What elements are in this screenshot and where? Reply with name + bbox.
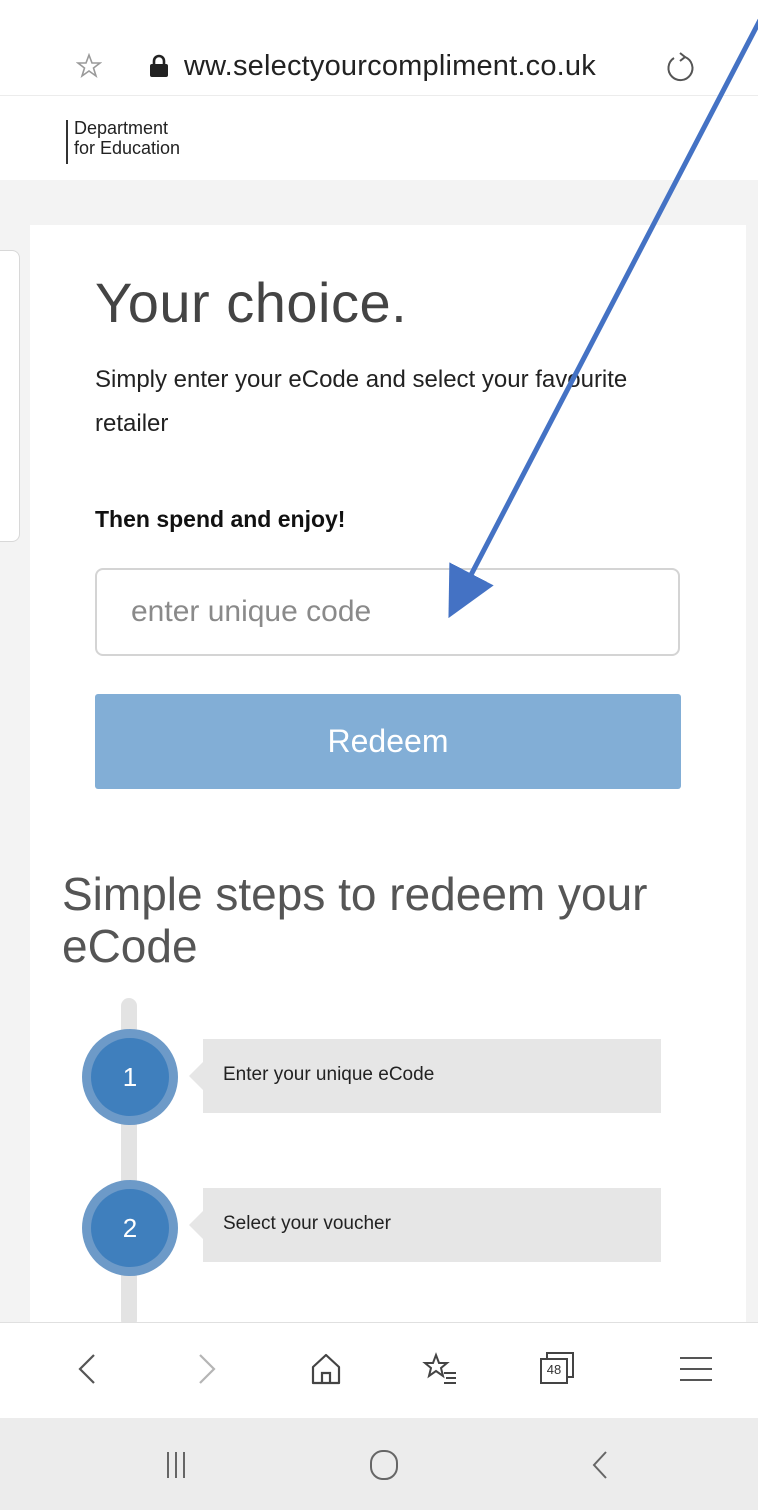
step-2-number: 2 [91,1189,169,1267]
step-1-label: Enter your unique eCode [223,1064,435,1085]
step-2-box: Select your voucher [189,1188,661,1262]
hero-subheading: Then spend and enjoy! [95,506,346,532]
forward-icon[interactable] [186,1347,226,1391]
browser-url-bar[interactable]: ww.selectyourcompliment.co.uk [0,0,758,96]
star-outline-icon[interactable] [76,53,102,79]
step-1-box: Enter your unique eCode [189,1039,661,1113]
redeem-button[interactable]: Redeem [95,694,681,789]
back-chevron-icon[interactable] [582,1448,622,1482]
step-1-number: 1 [91,1038,169,1116]
site-header: Department for Education [0,96,758,180]
back-icon[interactable] [68,1347,108,1391]
browser-toolbar: 48 [0,1322,758,1418]
logo-divider [66,120,68,164]
logo-line-1: Department [74,118,169,138]
side-tab[interactable] [0,250,20,542]
hero-description: Simply enter your eCode and select your … [95,366,628,437]
steps-title: Simple steps to redeem your eCode [62,868,648,972]
bookmarks-icon[interactable] [420,1347,460,1391]
page-title: Your choice. [95,271,408,334]
home-icon[interactable] [306,1347,346,1391]
recents-icon[interactable] [156,1448,196,1482]
tabs-icon[interactable]: 48 [537,1347,577,1391]
url-text[interactable]: ww.selectyourcompliment.co.uk [184,50,596,83]
logo-line-2: for Education [74,138,181,158]
dfe-logo[interactable]: Department for Education [74,118,180,158]
step-2-badge: 2 [82,1180,178,1276]
android-nav-bar [0,1418,758,1510]
code-input[interactable] [95,568,680,656]
home-circle-icon[interactable] [364,1448,404,1482]
menu-icon[interactable] [676,1347,716,1391]
step-1-badge: 1 [82,1029,178,1125]
tabs-count: 48 [546,1362,562,1377]
reload-icon[interactable] [663,50,697,84]
step-2-label: Select your voucher [223,1213,391,1234]
lock-icon [150,54,168,77]
